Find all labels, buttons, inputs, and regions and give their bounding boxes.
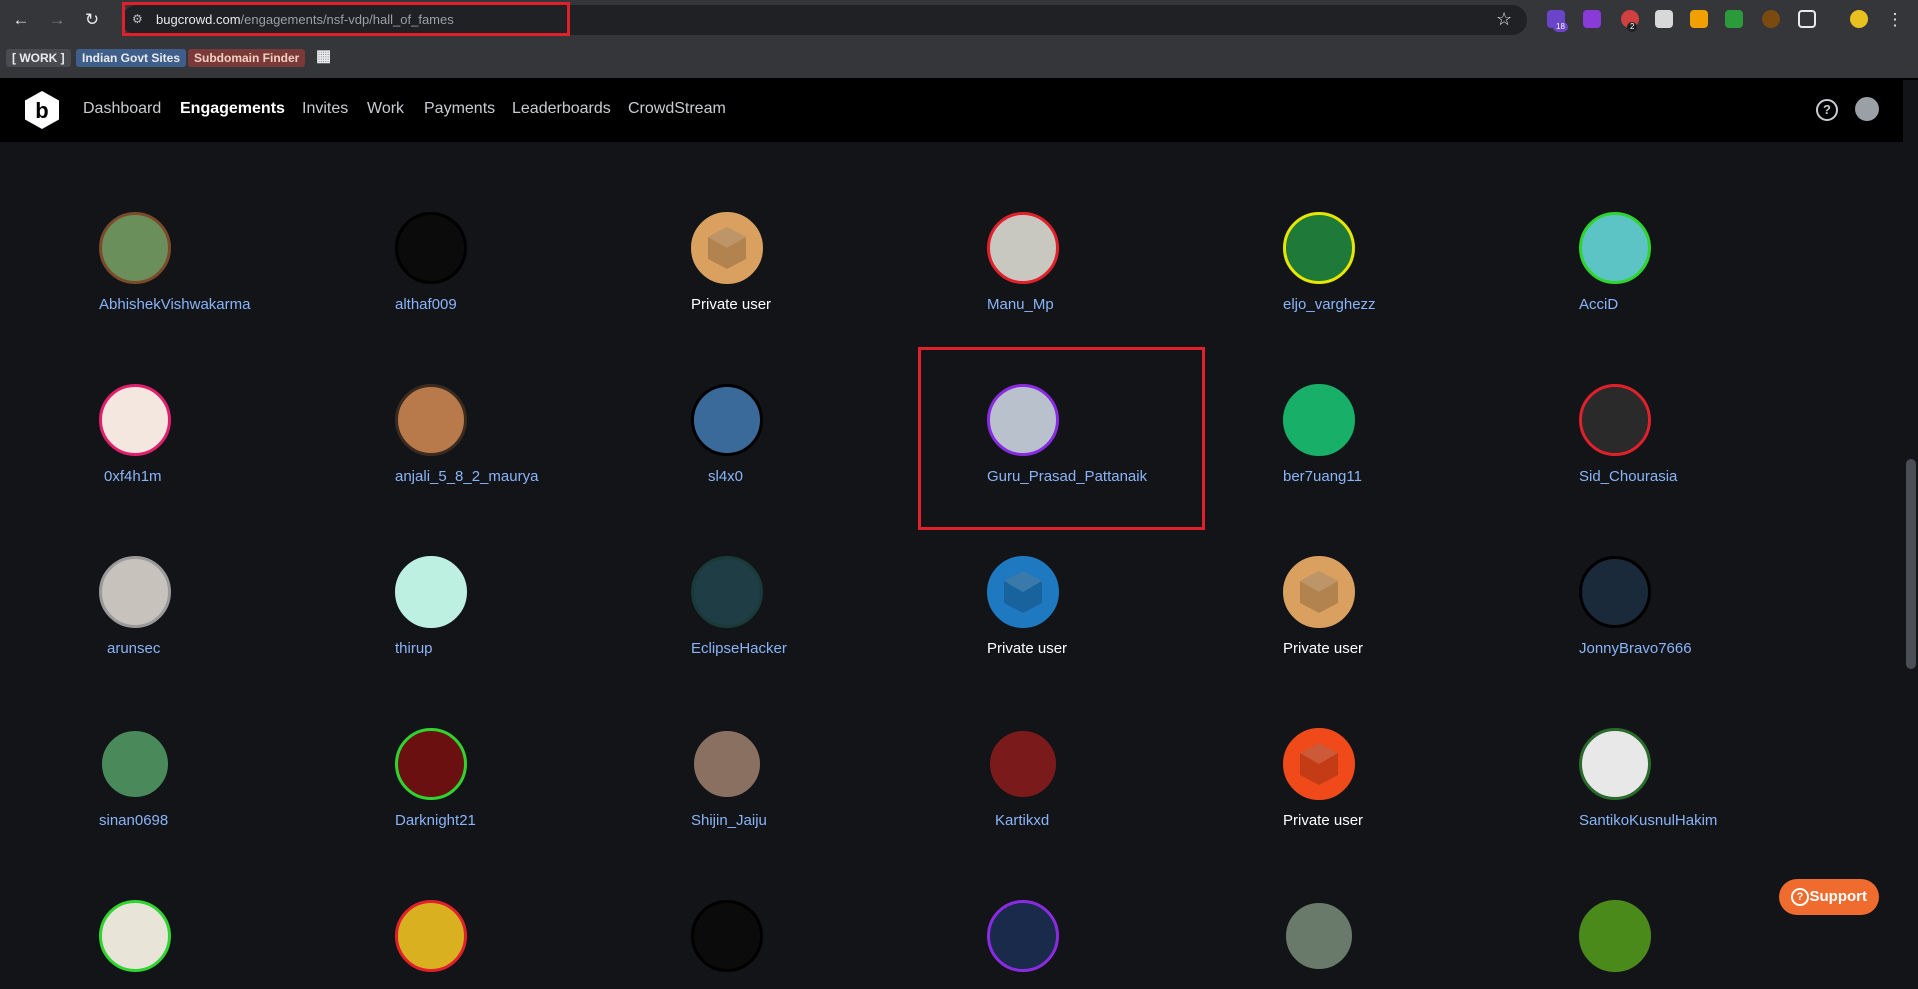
username-link[interactable]: JonnyBravo7666 — [1579, 640, 1692, 657]
username-link[interactable]: SantikoKusnulHakim — [1579, 812, 1717, 829]
user-avatar-3[interactable] — [691, 212, 763, 284]
user-avatar-2[interactable] — [395, 212, 467, 284]
bookmark-indian-govt-sites[interactable]: Indian Govt Sites — [76, 49, 187, 67]
user-avatar-6[interactable] — [1579, 212, 1651, 284]
extension-icon[interactable] — [1583, 10, 1601, 28]
username-link[interactable]: EclipseHacker — [691, 640, 787, 657]
app-header — [0, 78, 1918, 142]
private-user-hex-icon — [1300, 743, 1338, 785]
user-avatar-4[interactable] — [987, 212, 1059, 284]
bookmarks-bar: [ WORK ] Indian Govt Sites Subdomain Fin… — [0, 40, 1918, 78]
user-avatar-21[interactable] — [691, 728, 763, 800]
username-link[interactable]: althaf009 — [395, 296, 457, 313]
username-link[interactable]: Sid_Chourasia — [1579, 468, 1677, 485]
user-avatar-18[interactable] — [1579, 556, 1651, 628]
user-avatar-16[interactable] — [987, 556, 1059, 628]
private-user-label: Private user — [1283, 640, 1364, 657]
extension-badge: 2 — [1627, 22, 1638, 32]
url-highlight-box — [122, 2, 570, 36]
user-avatar-29[interactable] — [1283, 900, 1355, 972]
username-link[interactable]: AbhishekVishwakarma — [99, 296, 250, 313]
bookmark-star-icon[interactable]: ☆ — [1496, 9, 1512, 30]
nav-leaderboards[interactable]: Leaderboards — [512, 100, 611, 118]
help-circle-icon: ? — [1791, 888, 1809, 906]
user-avatar-9[interactable] — [691, 384, 763, 456]
back-icon[interactable]: ← — [10, 9, 32, 31]
scrollbar-thumb[interactable] — [1906, 459, 1916, 669]
private-user-hex-icon — [1004, 571, 1042, 613]
username-link[interactable]: arunsec — [107, 640, 160, 657]
nav-crowdstream[interactable]: CrowdStream — [628, 100, 726, 118]
user-avatar-23[interactable] — [1283, 728, 1355, 800]
user-avatar-13[interactable] — [99, 556, 171, 628]
bookmark-subdomain-finder[interactable]: Subdomain Finder — [188, 49, 306, 67]
extension-icon[interactable] — [1655, 10, 1673, 28]
support-button[interactable]: ? Support — [1779, 879, 1879, 915]
bugcrowd-logo[interactable]: b — [22, 90, 62, 130]
more-menu-icon[interactable]: ⋮ — [1884, 9, 1906, 31]
username-link[interactable]: thirup — [395, 640, 433, 657]
username-link[interactable]: AcciD — [1579, 296, 1618, 313]
username-link[interactable]: 0xf4h1m — [104, 468, 162, 485]
browser-toolbar: ← → ↻ ⚙ bugcrowd.com/engagements/nsf-vdp… — [0, 0, 1918, 40]
username-link[interactable]: sl4x0 — [708, 468, 743, 485]
user-avatar-7[interactable] — [99, 384, 171, 456]
user-avatar-14[interactable] — [395, 556, 467, 628]
user-avatar-12[interactable] — [1579, 384, 1651, 456]
nav-invites[interactable]: Invites — [302, 100, 348, 118]
forward-icon[interactable]: → — [46, 9, 68, 31]
user-avatar-15[interactable] — [691, 556, 763, 628]
bookmark-work[interactable]: [ WORK ] — [6, 49, 71, 67]
user-avatar-8[interactable] — [395, 384, 467, 456]
user-avatar-25[interactable] — [99, 900, 171, 972]
user-avatar-19[interactable] — [99, 728, 171, 800]
username-link[interactable]: eljo_varghezz — [1283, 296, 1376, 313]
private-user-label: Private user — [1283, 812, 1364, 829]
username-link[interactable]: sinan0698 — [99, 812, 168, 829]
extension-icon[interactable] — [1690, 10, 1708, 28]
nav-dashboard[interactable]: Dashboard — [83, 100, 161, 118]
username-link[interactable]: Manu_Mp — [987, 296, 1054, 313]
username-link[interactable]: Shijin_Jaiju — [691, 812, 767, 829]
apps-grid-icon[interactable]: ▦ — [310, 48, 337, 66]
user-avatar-28[interactable] — [987, 900, 1059, 972]
username-link[interactable]: anjali_5_8_2_maurya — [395, 468, 538, 485]
private-user-label: Private user — [987, 640, 1068, 657]
user-avatar-20[interactable] — [395, 728, 467, 800]
extensions-puzzle-icon[interactable] — [1798, 10, 1816, 28]
user-avatar[interactable] — [1855, 97, 1879, 121]
private-user-hex-icon — [708, 227, 746, 269]
help-icon[interactable]: ? — [1816, 99, 1838, 121]
nav-engagements[interactable]: Engagements — [180, 100, 285, 118]
username-link[interactable]: Darknight21 — [395, 812, 476, 829]
user-avatar-26[interactable] — [395, 900, 467, 972]
private-user-hex-icon — [1300, 571, 1338, 613]
username-link[interactable]: ber7uang11 — [1283, 468, 1362, 485]
extension-icon[interactable] — [1725, 10, 1743, 28]
support-label: Support — [1809, 888, 1868, 905]
nav-work[interactable]: Work — [367, 100, 404, 118]
profile-icon[interactable] — [1850, 10, 1868, 28]
svg-text:b: b — [35, 98, 48, 123]
user-avatar-11[interactable] — [1283, 384, 1355, 456]
extension-badge: 18 — [1553, 22, 1568, 32]
highlight-box — [918, 347, 1205, 530]
user-avatar-17[interactable] — [1283, 556, 1355, 628]
username-link[interactable]: Kartikxd — [995, 812, 1049, 829]
user-avatar-5[interactable] — [1283, 212, 1355, 284]
user-avatar-22[interactable] — [987, 728, 1059, 800]
user-avatar-24[interactable] — [1579, 728, 1651, 800]
reload-icon[interactable]: ↻ — [81, 9, 103, 31]
user-avatar-1[interactable] — [99, 212, 171, 284]
private-user-label: Private user — [691, 296, 772, 313]
nav-payments[interactable]: Payments — [424, 100, 495, 118]
extension-icon[interactable] — [1762, 10, 1780, 28]
user-avatar-27[interactable] — [691, 900, 763, 972]
user-avatar-30[interactable] — [1579, 900, 1651, 972]
